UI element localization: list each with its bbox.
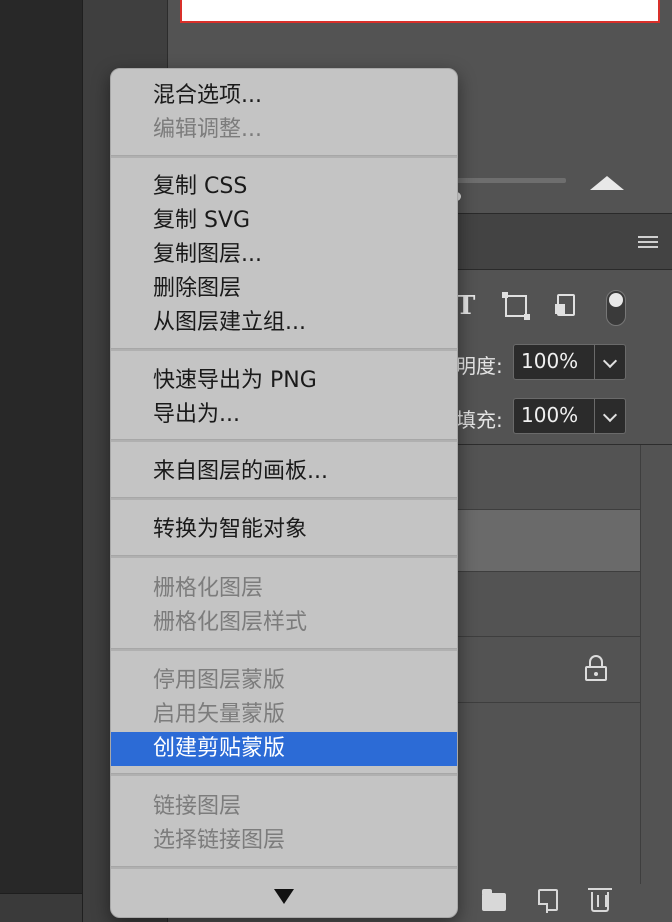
menu-item-edit-adjustment: 编辑调整... (153, 117, 262, 142)
menu-item-select-linked-layers: 选择链接图层 (153, 828, 286, 853)
menu-item-delete-layer[interactable]: 删除图层 (111, 272, 457, 306)
fill-dropdown-chevron-icon[interactable] (595, 398, 626, 434)
zoom-in-mountain-icon[interactable] (590, 176, 624, 190)
opacity-dropdown-chevron-icon[interactable] (595, 344, 626, 380)
zoom-slider-track[interactable] (440, 178, 566, 183)
menu-separator (111, 155, 457, 158)
menu-item-convert-smart-object[interactable]: 转换为智能对象 (111, 513, 457, 547)
menu-item-group-from-layers[interactable]: 从图层建立组... (111, 306, 457, 340)
opacity-label: 明度: (456, 354, 503, 378)
menu-separator (111, 497, 457, 500)
opacity-input[interactable]: 100% (513, 344, 595, 380)
smart-object-filter-icon[interactable] (555, 294, 575, 316)
menu-item-enable-vector-mask: 启用矢量蒙版 (153, 702, 286, 727)
new-layer-icon[interactable] (538, 889, 558, 913)
menu-item-create-clipping-mask[interactable]: 创建剪贴蒙版 (111, 732, 457, 766)
menu-item-quick-export-png[interactable]: 快速导出为 PNG (111, 364, 457, 398)
shape-filter-icon[interactable] (502, 292, 530, 320)
menu-separator (111, 648, 457, 651)
text-filter-icon[interactable]: T (456, 291, 475, 321)
new-group-folder-icon[interactable] (482, 889, 506, 911)
lock-icon (585, 655, 607, 681)
fill-label: 填充: (456, 408, 503, 432)
menu-separator (111, 439, 457, 442)
menu-item-duplicate-layer[interactable]: 复制图层... (111, 238, 457, 272)
menu-item-blending-options[interactable]: 混合选项... (111, 79, 457, 113)
panel-menu-icon[interactable] (638, 236, 658, 250)
layers-scrollbar[interactable] (640, 445, 672, 893)
menu-separator (111, 555, 457, 558)
filter-toggle-switch[interactable] (606, 290, 626, 326)
menu-item-artboard-from-layers[interactable]: 来自图层的画板... (111, 455, 457, 489)
menu-item-copy-svg[interactable]: 复制 SVG (111, 204, 457, 238)
menu-item-rasterize-layer-style: 栅格化图层样式 (153, 610, 308, 635)
menu-item-copy-css[interactable]: 复制 CSS (111, 170, 457, 204)
menu-separator (111, 773, 457, 776)
document-canvas-area (0, 0, 82, 922)
menu-item-disable-layer-mask: 停用图层蒙版 (153, 668, 286, 693)
navigator-thumbnail[interactable] (180, 0, 660, 23)
menu-scroll-down-arrow-icon[interactable] (274, 889, 294, 904)
menu-separator (111, 348, 457, 351)
fill-input[interactable]: 100% (513, 398, 595, 434)
delete-layer-trash-icon[interactable] (588, 888, 612, 912)
menu-item-export-as[interactable]: 导出为... (111, 398, 457, 432)
status-bar (0, 893, 82, 922)
layer-context-menu: 混合选项... 编辑调整... 复制 CSS 复制 SVG 复制图层... 删除… (110, 68, 458, 918)
menu-item-rasterize-layer: 栅格化图层 (153, 576, 264, 601)
menu-separator (111, 866, 457, 869)
menu-item-link-layers: 链接图层 (153, 794, 242, 819)
